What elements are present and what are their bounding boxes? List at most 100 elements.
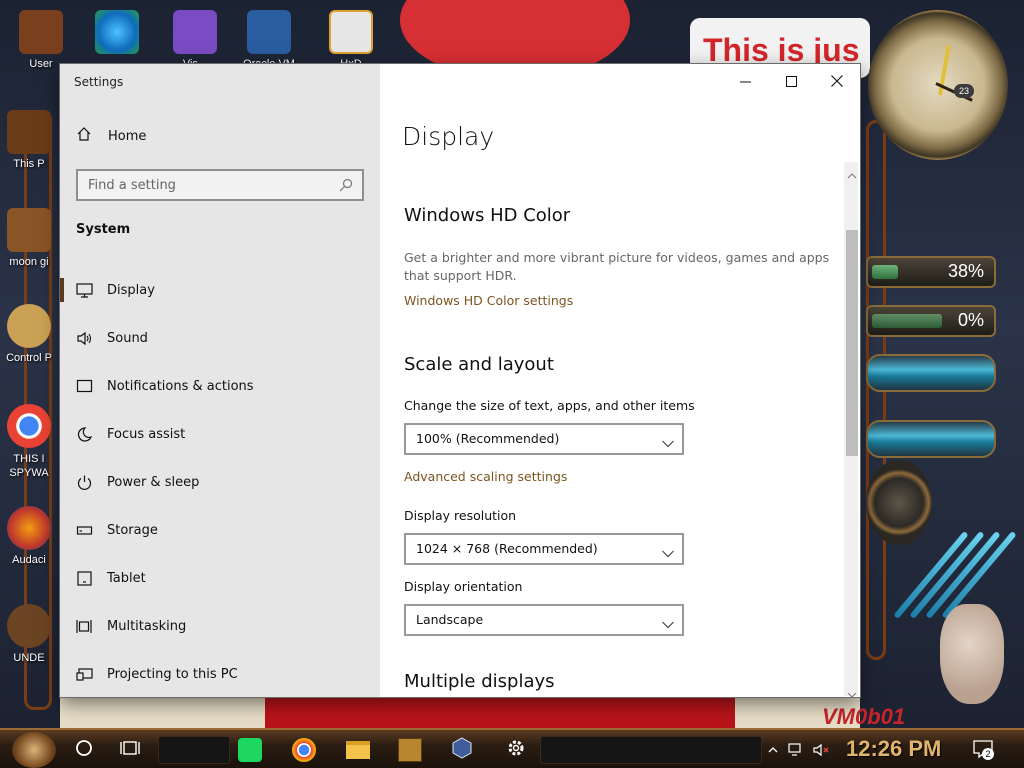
moon-game-icon xyxy=(7,208,51,252)
minimize-button[interactable] xyxy=(722,72,768,90)
nav-item-sound[interactable]: Sound xyxy=(60,314,380,362)
resolution-label: Display resolution xyxy=(404,508,517,523)
tablet-icon xyxy=(76,570,93,587)
desktop-icon-control-panel[interactable]: Control P xyxy=(0,304,58,364)
spotify-icon xyxy=(238,738,262,762)
cpu-gauge-fill xyxy=(872,265,898,279)
nav-item-storage[interactable]: Storage xyxy=(60,506,380,554)
start-button[interactable] xyxy=(12,732,56,768)
nav-item-label: Power & sleep xyxy=(107,474,200,490)
nav-item-display[interactable]: Display xyxy=(60,266,380,314)
settings-gear-icon xyxy=(506,738,526,762)
settings-content: Display Windows HD Color Get a brighter … xyxy=(380,64,860,697)
nav-item-power-sleep[interactable]: Power & sleep xyxy=(60,458,380,506)
chrome-icon xyxy=(7,404,51,448)
settings-sidebar: Settings Home System Display Sound xyxy=(60,64,380,697)
settings-window: Settings Home System Display Sound xyxy=(60,64,860,698)
desktop-icon-edge[interactable] xyxy=(82,10,152,58)
nav-item-multitasking[interactable]: Multitasking xyxy=(60,602,380,650)
chevron-down-icon xyxy=(662,615,674,629)
chrome-icon xyxy=(292,738,316,762)
search-input[interactable] xyxy=(78,171,338,199)
scale-size-value: 100% (Recommended) xyxy=(416,431,560,446)
minimize-icon xyxy=(739,72,751,91)
orientation-value: Landscape xyxy=(416,612,484,627)
taskbar-app-virtualbox[interactable] xyxy=(446,734,478,766)
resolution-dropdown[interactable]: 1024 × 768 (Recommended) xyxy=(404,533,684,565)
taskbar-app-chrome[interactable] xyxy=(288,734,320,766)
nav-item-projecting[interactable]: Projecting to this PC xyxy=(60,650,380,698)
taskbar-app-settings[interactable] xyxy=(500,734,532,766)
scale-heading: Scale and layout xyxy=(404,354,554,375)
projecting-icon xyxy=(76,666,93,683)
hxd-icon xyxy=(329,10,373,54)
advanced-scaling-link[interactable]: Advanced scaling settings xyxy=(404,469,567,484)
user-folder-icon xyxy=(19,10,63,54)
scroll-up-icon[interactable] xyxy=(847,165,857,179)
action-center-button[interactable]: 2 xyxy=(972,738,994,762)
scroll-down-icon[interactable] xyxy=(847,684,857,698)
nav-item-notifications[interactable]: Notifications & actions xyxy=(60,362,380,410)
task-view-icon xyxy=(120,740,140,760)
file-explorer-icon xyxy=(346,741,370,759)
taskbar-clock[interactable]: 12:26 PM xyxy=(846,736,941,762)
hdr-heading: Windows HD Color xyxy=(404,205,571,226)
desktop-icon-unde[interactable]: UNDE xyxy=(0,604,58,664)
visual-studio-icon xyxy=(173,10,217,54)
desktop-icon-hxd[interactable]: HxD xyxy=(316,10,386,70)
volume-muted-icon[interactable] xyxy=(812,742,830,758)
virtualbox-icon xyxy=(451,737,473,763)
taskbar: 12:26 PM 2 xyxy=(0,728,1024,768)
memory-gauge: 0% xyxy=(866,305,996,337)
taskbar-app-file-explorer[interactable] xyxy=(342,734,374,766)
nav-item-label: Storage xyxy=(107,522,158,538)
wallpaper-bottom xyxy=(60,696,860,728)
desktop-icon-this-pc[interactable]: This P xyxy=(0,110,58,170)
nav-item-label: Focus assist xyxy=(107,426,186,442)
desktop-icon-moon[interactable]: moon gi xyxy=(0,208,58,268)
nav-item-focus-assist[interactable]: Focus assist xyxy=(60,410,380,458)
monitor-icon xyxy=(76,282,93,299)
desktop-icon-virtualbox[interactable]: Oracle VM xyxy=(234,10,304,70)
close-button[interactable] xyxy=(814,72,860,90)
show-hidden-icons-icon[interactable] xyxy=(768,742,778,758)
moon-icon xyxy=(76,426,93,443)
scrollbar-thumb[interactable] xyxy=(846,230,858,456)
home-link[interactable]: Home xyxy=(76,126,146,146)
multiple-displays-heading: Multiple displays xyxy=(404,671,555,692)
cortana-button[interactable] xyxy=(68,734,100,766)
taskbar-app-game[interactable] xyxy=(394,734,426,766)
orientation-dropdown[interactable]: Landscape xyxy=(404,604,684,636)
scale-size-dropdown[interactable]: 100% (Recommended) xyxy=(404,423,684,455)
memory-gauge-fill xyxy=(872,314,942,328)
nav-item-label: Tablet xyxy=(107,570,146,586)
desktop-icon-user[interactable]: User xyxy=(6,10,76,70)
orientation-label: Display orientation xyxy=(404,579,523,594)
desktop-icon-audacity[interactable]: Audaci xyxy=(0,506,58,566)
cpu-gauge-percent: 38% xyxy=(947,261,984,281)
nav-item-tablet[interactable]: Tablet xyxy=(60,554,380,602)
maximize-icon xyxy=(785,72,797,91)
maximize-button[interactable] xyxy=(768,72,814,90)
hdr-settings-link[interactable]: Windows HD Color settings xyxy=(404,293,573,308)
search-icon[interactable] xyxy=(338,177,354,193)
hamster-widget xyxy=(940,604,1004,704)
desktop-icon-visual-studio[interactable]: Vis... xyxy=(160,10,230,70)
tube-widget-1 xyxy=(866,354,996,392)
desktop-icon-chrome[interactable]: THIS I SPYWA xyxy=(0,404,58,480)
home-icon xyxy=(76,126,92,146)
taskbar-app-spotify[interactable] xyxy=(234,734,266,766)
nav-item-label: Display xyxy=(107,282,155,298)
notification-count: 2 xyxy=(982,748,994,760)
taskbar-search-area[interactable] xyxy=(158,736,230,764)
nav-item-label: Notifications & actions xyxy=(107,378,254,394)
network-icon[interactable] xyxy=(788,742,806,758)
chevron-down-icon xyxy=(662,544,674,558)
resolution-value: 1024 × 768 (Recommended) xyxy=(416,541,598,556)
search-box xyxy=(76,169,364,201)
power-icon xyxy=(76,474,93,491)
game-icon xyxy=(398,738,422,762)
control-panel-icon xyxy=(7,304,51,348)
cpu-gauge: 38% xyxy=(866,256,996,288)
task-view-button[interactable] xyxy=(114,734,146,766)
